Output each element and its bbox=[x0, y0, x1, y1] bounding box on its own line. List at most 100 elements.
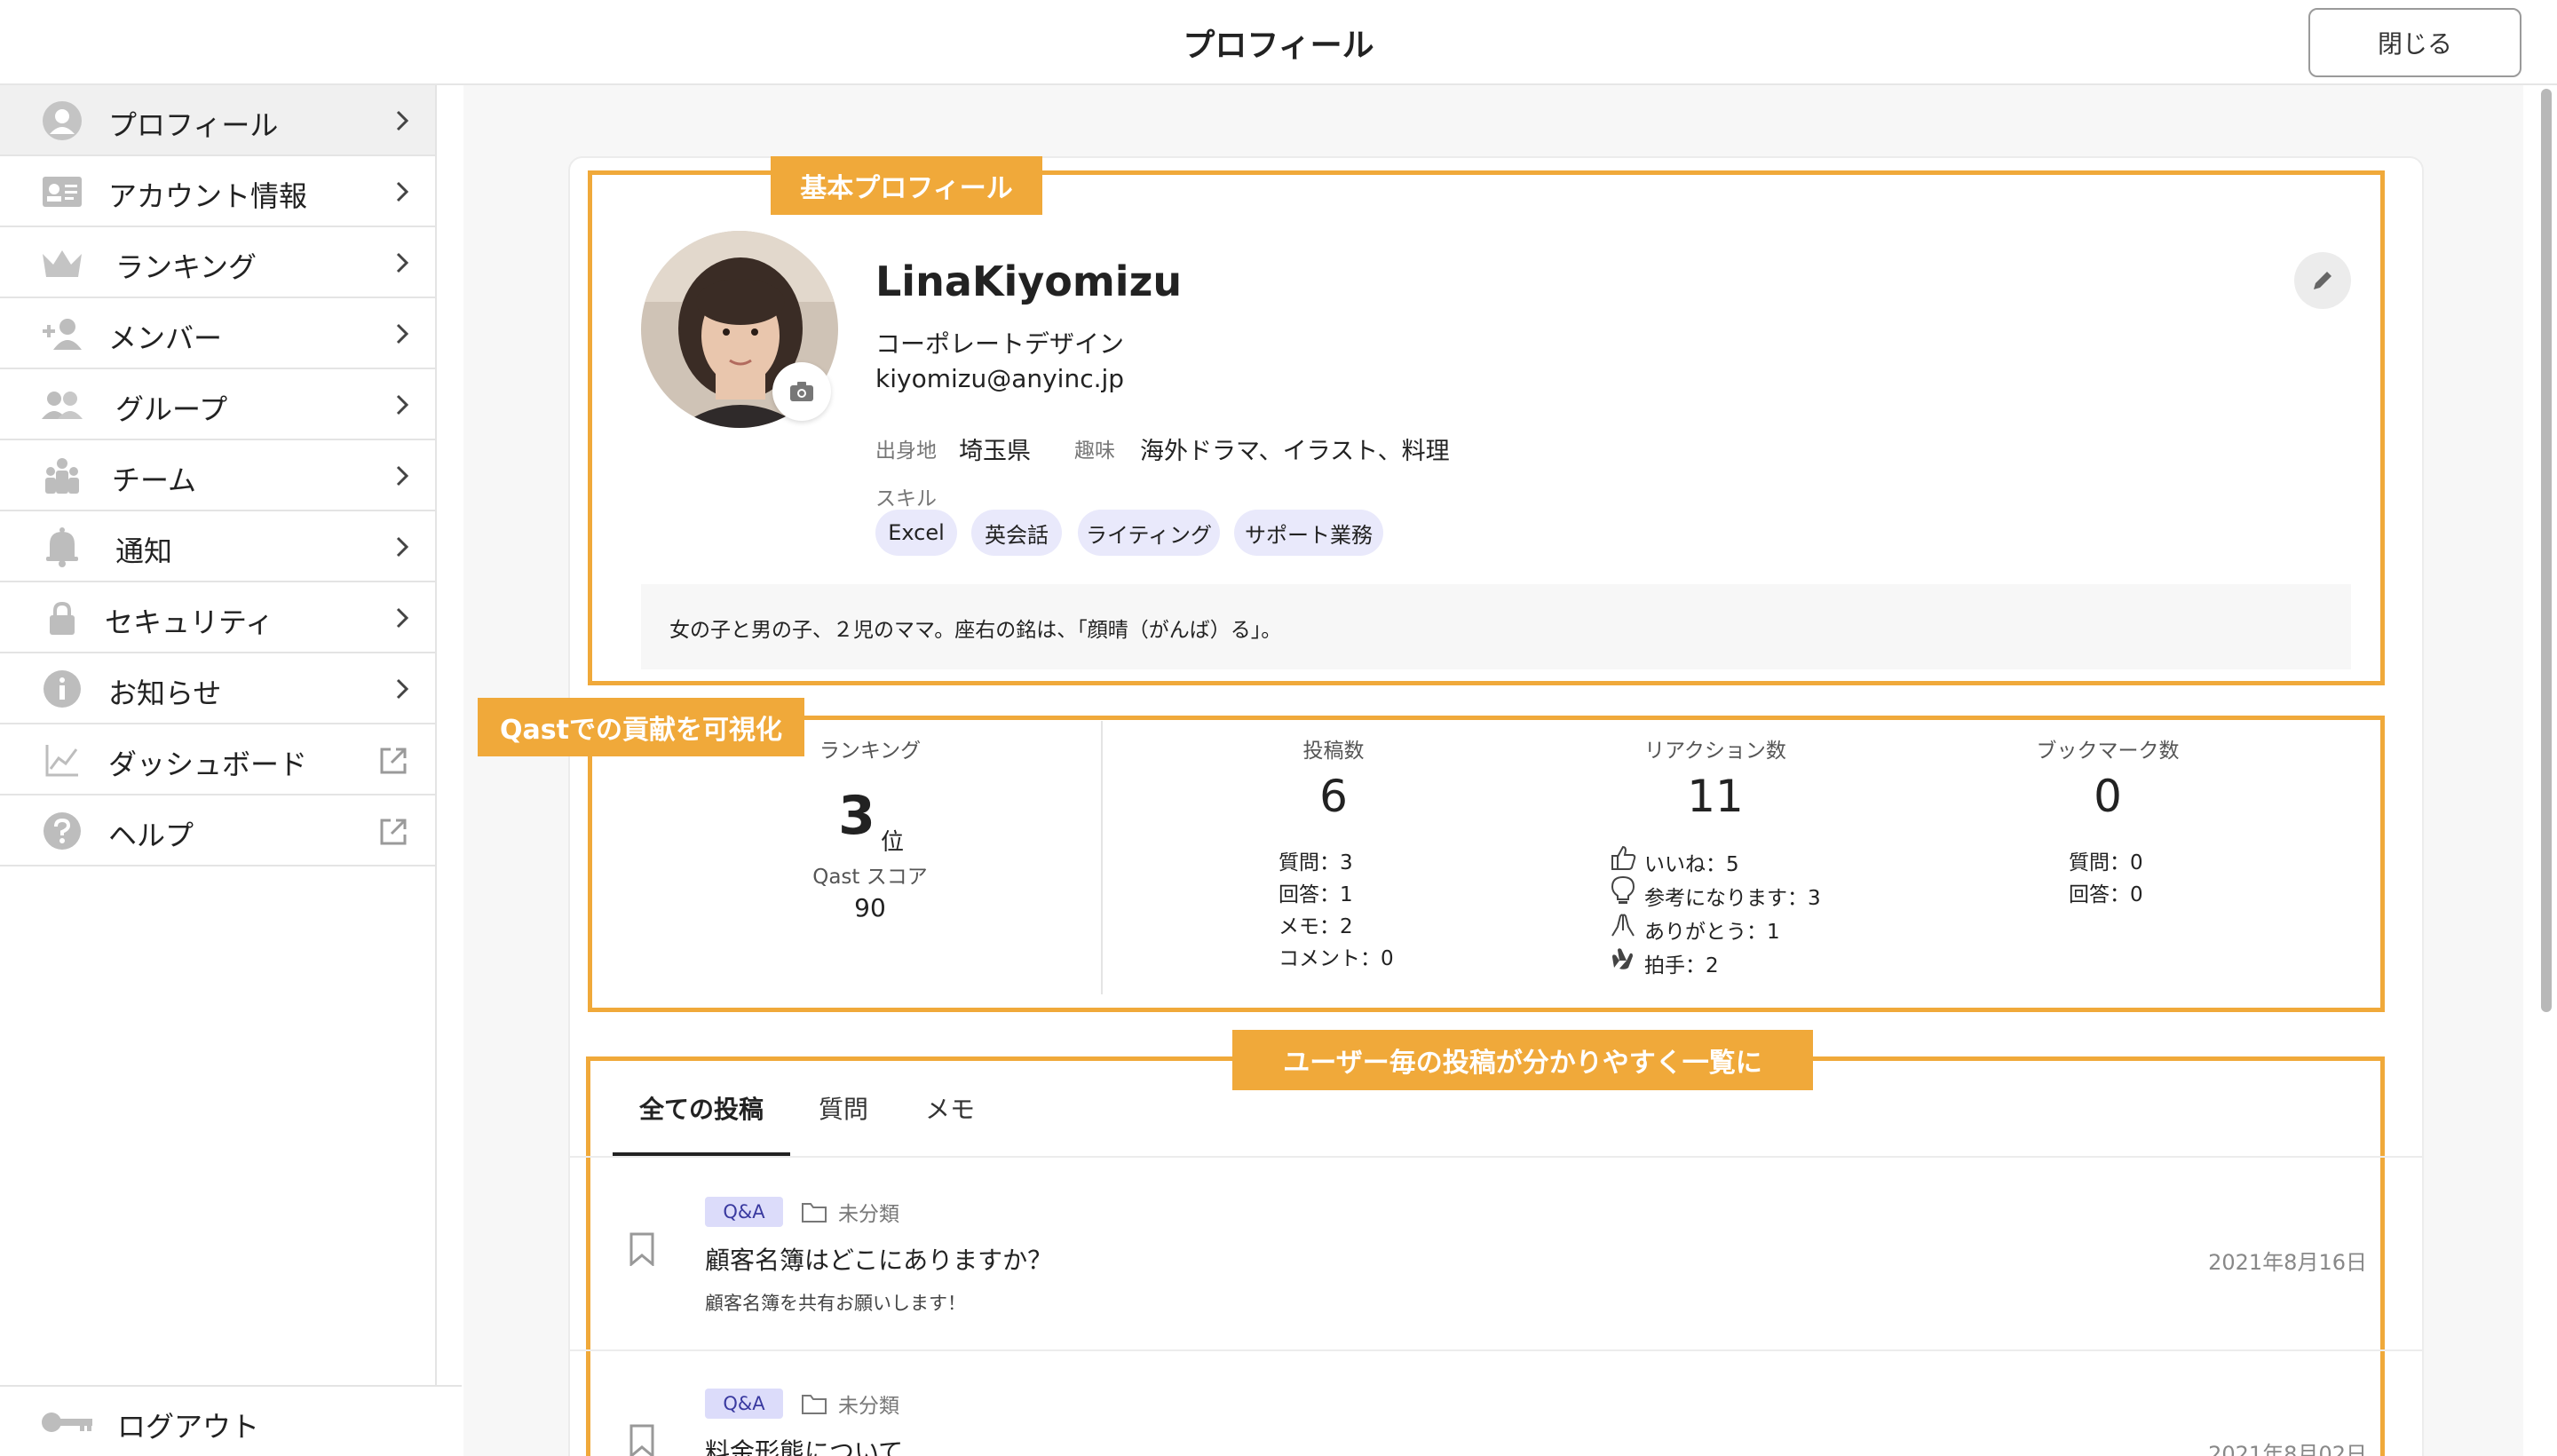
score-value: 90 bbox=[854, 893, 886, 922]
chevron-right-icon bbox=[396, 607, 409, 629]
clapping-hands-icon bbox=[1612, 948, 1633, 969]
post-title[interactable]: 顧客名簿はどこにありますか？ bbox=[705, 1241, 1052, 1277]
scrollbar[interactable] bbox=[2537, 89, 2555, 1012]
sidebar-item-security[interactable]: セキュリティ bbox=[0, 582, 435, 653]
sidebar-item-ranking[interactable]: ランキング bbox=[0, 227, 435, 298]
sidebar-item-label: ヘルプ bbox=[108, 819, 194, 852]
bookmark-icon[interactable] bbox=[629, 1232, 655, 1266]
external-link-icon bbox=[380, 748, 407, 774]
top-header: プロフィール 閉じる bbox=[0, 0, 2557, 85]
tabs-border bbox=[568, 1156, 2424, 1158]
bookmarks-count-title: ブックマーク数 bbox=[2036, 740, 2180, 763]
sidebar-item-team[interactable]: チーム bbox=[0, 440, 435, 511]
external-link-icon bbox=[380, 819, 407, 845]
chevron-right-icon bbox=[396, 252, 409, 273]
sidebar-item-label: チーム bbox=[112, 463, 197, 497]
sidebar-item-group[interactable]: グループ bbox=[0, 369, 435, 440]
close-button[interactable]: 閉じる bbox=[2308, 8, 2521, 77]
chevron-right-icon bbox=[396, 678, 409, 700]
annotation-tag-profile: 基本プロフィール bbox=[771, 156, 1042, 215]
sidebar-item-dashboard[interactable]: ダッシュボード bbox=[0, 724, 435, 795]
tab-questions[interactable]: 質問 bbox=[819, 1090, 868, 1126]
annotation-tag-stats: Qastでの貢献を可視化 bbox=[478, 698, 804, 756]
sidebar-item-label: 通知 bbox=[115, 534, 173, 568]
score-label: Qast スコア bbox=[812, 866, 928, 889]
sidebar-item-label: アカウント情報 bbox=[108, 179, 308, 213]
post-date: 2021年8月16日 bbox=[2208, 1250, 2367, 1275]
sidebar-item-members[interactable]: メンバー bbox=[0, 298, 435, 369]
edit-profile-button[interactable] bbox=[2294, 252, 2351, 309]
sidebar-item-label: お知らせ bbox=[108, 677, 222, 710]
logout-button[interactable]: ログアウト bbox=[0, 1385, 462, 1456]
help-icon bbox=[41, 810, 83, 852]
hobby-label: 趣味 bbox=[1074, 439, 1115, 463]
qa-badge: Q&A bbox=[705, 1389, 783, 1419]
team-icon bbox=[41, 455, 83, 497]
info-icon bbox=[41, 668, 83, 710]
post-date: 2021年8月02日 bbox=[2208, 1442, 2367, 1456]
sidebar-item-label: プロフィール bbox=[108, 108, 279, 142]
posts-line: 質問：3 bbox=[1278, 851, 1353, 874]
posts-line: コメント：0 bbox=[1278, 947, 1394, 970]
skill-tag: サポート業務 bbox=[1234, 510, 1383, 556]
hometown-label: 出身地 bbox=[875, 439, 937, 463]
skill-tag: ライティング bbox=[1078, 510, 1220, 556]
scrollbar-thumb[interactable] bbox=[2541, 89, 2552, 1012]
chevron-right-icon bbox=[396, 181, 409, 202]
post-excerpt: 顧客名簿を共有お願いします！ bbox=[705, 1293, 966, 1314]
sidebar-item-notifications[interactable]: 通知 bbox=[0, 511, 435, 582]
skill-tag: 英会話 bbox=[971, 510, 1062, 556]
sidebar-item-profile[interactable]: プロフィール bbox=[0, 85, 435, 156]
reaction-line: いいね：5 bbox=[1644, 853, 1739, 876]
reactions-count-value: 11 bbox=[1687, 771, 1744, 822]
lock-icon bbox=[41, 597, 83, 639]
bookmarks-count-value: 0 bbox=[2094, 771, 2122, 822]
hobby-value: 海外ドラマ、イラスト、料理 bbox=[1140, 438, 1450, 465]
sidebar-item-label: グループ bbox=[115, 392, 228, 426]
profile-email: kiyomizu@anyinc.jp bbox=[875, 364, 1125, 393]
profile-department: コーポレートデザイン bbox=[875, 329, 1125, 359]
camera-icon bbox=[790, 382, 813, 401]
reaction-line: 拍手：2 bbox=[1644, 954, 1719, 977]
id-card-icon bbox=[41, 170, 83, 213]
ranking-title: ランキング bbox=[819, 740, 922, 763]
sidebar-item-label: ダッシュボード bbox=[108, 748, 308, 781]
bookmarks-line: 回答：0 bbox=[2069, 883, 2143, 906]
folder-icon bbox=[802, 1203, 827, 1223]
sidebar-item-help[interactable]: ヘルプ bbox=[0, 795, 435, 866]
posts-line: 回答：1 bbox=[1278, 883, 1353, 906]
chevron-right-icon bbox=[396, 536, 409, 558]
profile-name: LinaKiyomizu bbox=[875, 257, 1183, 305]
tab-memo[interactable]: メモ bbox=[925, 1090, 975, 1126]
thumbs-up-icon bbox=[1611, 845, 1636, 870]
skills-label: スキル bbox=[875, 487, 937, 510]
ranking-value: 3 bbox=[838, 785, 875, 847]
sidebar-item-account[interactable]: アカウント情報 bbox=[0, 156, 435, 227]
profile-bio: 女の子と男の子、２児のママ。座右の銘は、「顔晴（がんば）る」。 bbox=[641, 584, 2351, 669]
bio-text: 女の子と男の子、２児のママ。座右の銘は、「顔晴（がんば）る」。 bbox=[669, 619, 1282, 642]
sidebar: プロフィール アカウント情報 ランキング メンバー グループ チーム 通知 セキ… bbox=[0, 85, 437, 1456]
sidebar-item-news[interactable]: お知らせ bbox=[0, 653, 435, 724]
chevron-right-icon bbox=[396, 323, 409, 344]
chevron-right-icon bbox=[396, 110, 409, 131]
tab-all-posts[interactable]: 全ての投稿 bbox=[639, 1090, 764, 1126]
posts-line: メモ：2 bbox=[1278, 915, 1353, 938]
page-title: プロフィール bbox=[1183, 28, 1374, 64]
bookmark-icon[interactable] bbox=[629, 1424, 655, 1456]
folder-icon bbox=[802, 1395, 827, 1414]
post-divider bbox=[568, 1349, 2424, 1351]
sidebar-item-label: ランキング bbox=[115, 250, 257, 284]
camera-button[interactable] bbox=[772, 362, 831, 421]
posts-count-value: 6 bbox=[1319, 771, 1348, 822]
logout-label: ログアウト bbox=[117, 1410, 260, 1444]
reaction-line: ありがとう：1 bbox=[1644, 921, 1780, 944]
posts-count-title: 投稿数 bbox=[1302, 740, 1365, 763]
bookmarks-line: 質問：0 bbox=[2069, 851, 2143, 874]
post-title[interactable]: 料金形態について bbox=[705, 1433, 903, 1456]
post-category: 未分類 bbox=[838, 1203, 899, 1226]
sidebar-item-label: メンバー bbox=[108, 321, 223, 355]
sidebar-item-label: セキュリティ bbox=[105, 605, 274, 639]
chevron-right-icon bbox=[396, 465, 409, 487]
praying-hands-icon bbox=[1611, 914, 1635, 937]
qa-badge: Q&A bbox=[705, 1197, 783, 1227]
